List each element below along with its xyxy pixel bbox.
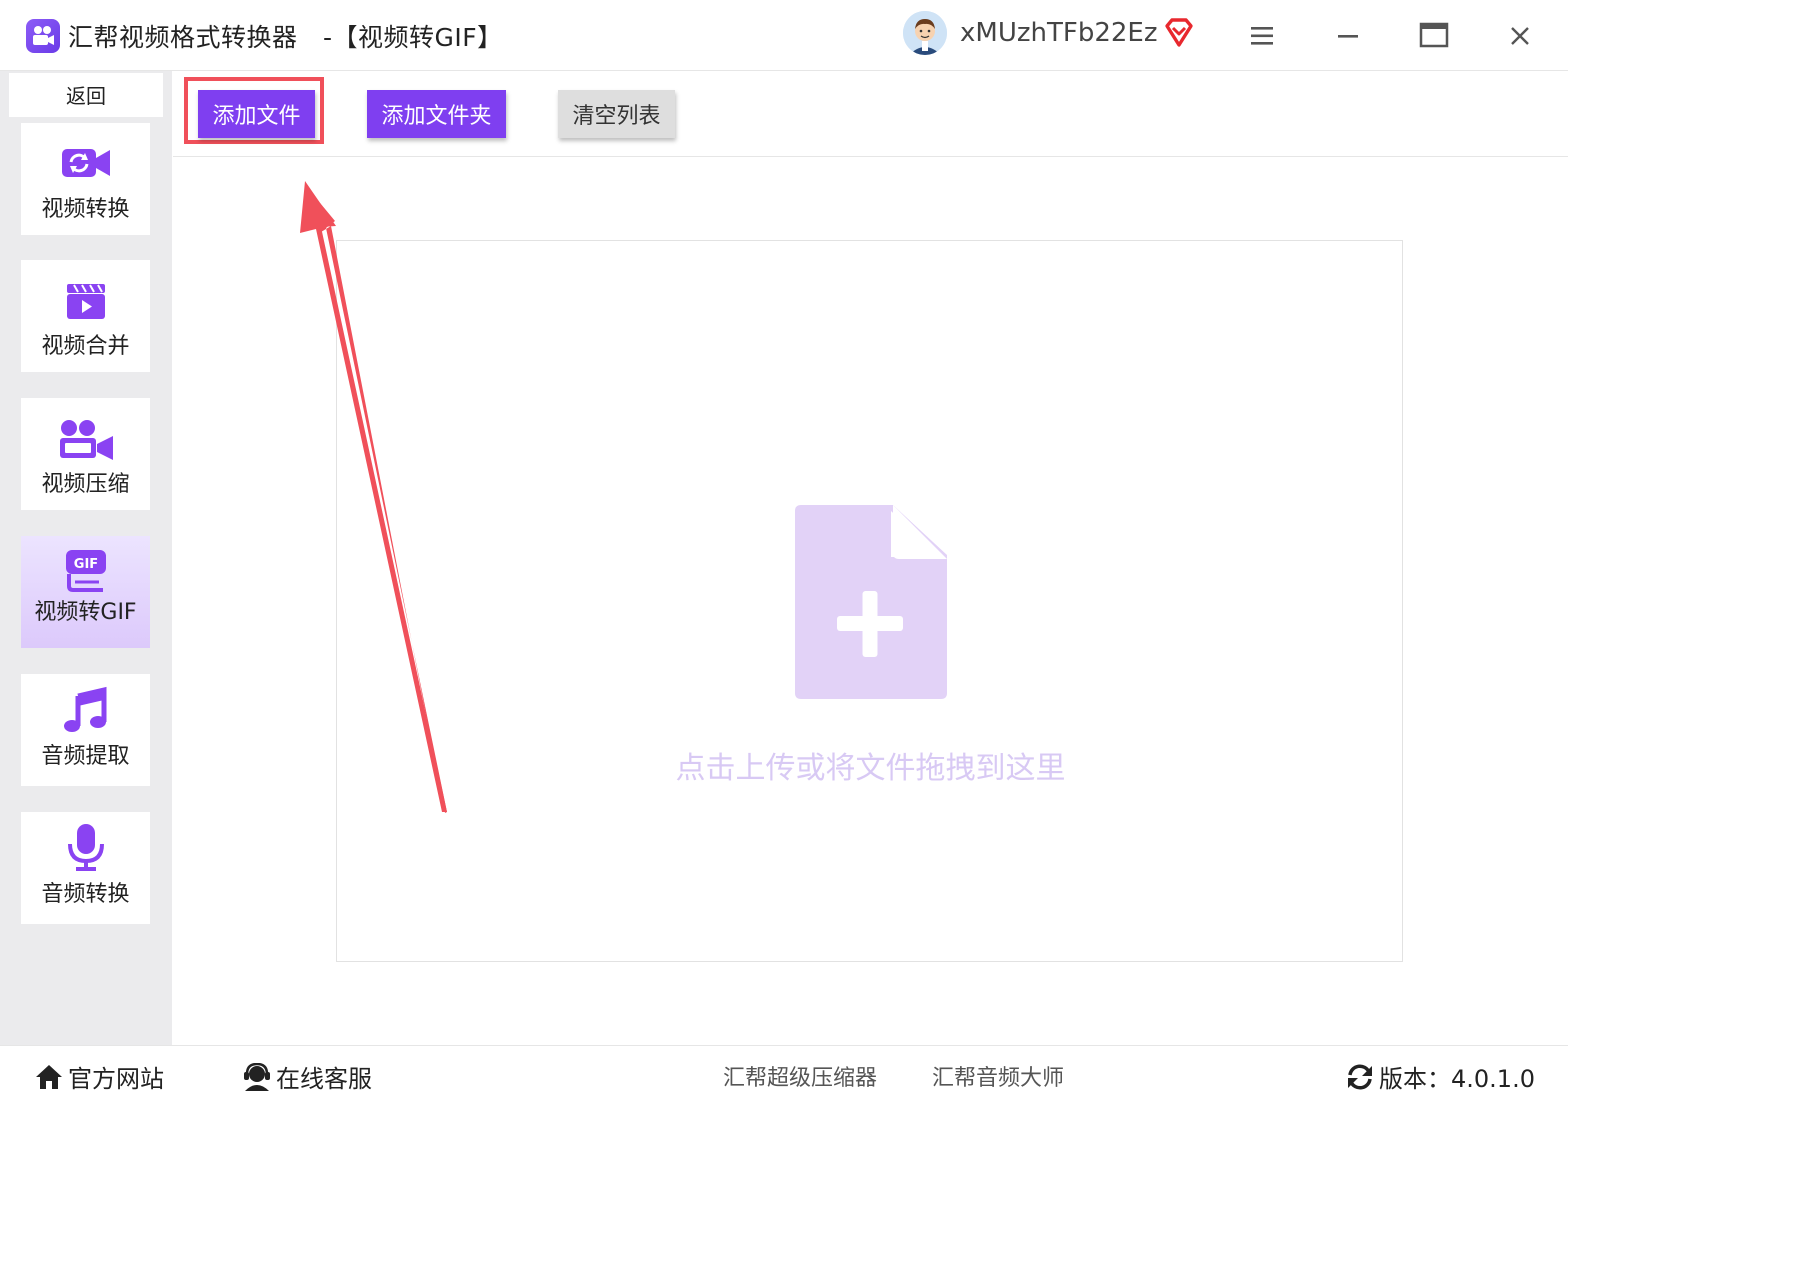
online-support-link[interactable]: 在线客服 [242, 1059, 372, 1094]
sidebar-item-video-compress[interactable]: 视频压缩 [21, 398, 150, 510]
file-drop-zone[interactable]: 点击上传或将文件拖拽到这里 [336, 240, 1403, 962]
sidebar: 返回 视频转换 视频合并 视频压缩 GIF 视频转GIF 音频提取 音频转换 [0, 71, 172, 1045]
refresh-icon[interactable] [1345, 1063, 1375, 1091]
app-title: 汇帮视频格式转换器 -【视频转GIF】 [68, 23, 503, 52]
sidebar-item-audio-extract[interactable]: 音频提取 [21, 674, 150, 786]
gif-icon: GIF [21, 546, 150, 592]
sidebar-item-label: 视频转换 [41, 197, 130, 222]
svg-text:GIF: GIF [73, 557, 97, 572]
main-content: 点击上传或将文件拖拽到这里 [173, 157, 1568, 1045]
sidebar-item-label: 视频转GIF [34, 600, 137, 625]
sidebar-item-audio-convert[interactable]: 音频转换 [21, 812, 150, 924]
official-website-link[interactable]: 官方网站 [34, 1059, 164, 1094]
video-compress-icon [21, 418, 150, 460]
audio-master-link[interactable]: 汇帮音频大师 [932, 1060, 1064, 1092]
microphone-icon [21, 822, 150, 871]
sidebar-item-label: 音频提取 [41, 744, 130, 769]
footer-bar: 官方网站 在线客服 汇帮超级压缩器 汇帮音频大师 版本：4.0.1.0 [0, 1045, 1568, 1103]
version-info: 版本：4.0.1.0 [1345, 1059, 1535, 1094]
add-file-icon[interactable] [793, 503, 949, 705]
app-logo-icon [26, 19, 60, 53]
sidebar-item-video-merge[interactable]: 视频合并 [21, 260, 150, 372]
close-icon[interactable] [1500, 18, 1540, 54]
back-button[interactable]: 返回 [9, 73, 163, 117]
username[interactable]: xMUzhTFb22Ez [960, 18, 1157, 48]
maximize-icon[interactable] [1414, 18, 1454, 54]
customer-service-icon [244, 1062, 270, 1091]
add-folder-button[interactable]: 添加文件夹 [367, 90, 506, 138]
user-avatar[interactable] [903, 11, 947, 55]
sidebar-item-label: 音频转换 [41, 882, 130, 907]
title-bar: 汇帮视频格式转换器 -【视频转GIF】 xMUzhTFb22Ez [0, 0, 1568, 71]
video-convert-icon [21, 143, 150, 185]
sidebar-item-label: 视频合并 [41, 334, 130, 359]
music-note-icon [21, 686, 150, 732]
vip-diamond-icon[interactable] [1163, 18, 1195, 52]
menu-icon[interactable] [1242, 18, 1282, 54]
sidebar-item-video-convert[interactable]: 视频转换 [21, 123, 150, 235]
online-support-label: 在线客服 [276, 1065, 372, 1093]
toolbar: 添加文件 添加文件夹 清空列表 [173, 71, 1568, 157]
home-icon [36, 1065, 62, 1089]
official-website-label: 官方网站 [68, 1065, 164, 1093]
add-file-button[interactable]: 添加文件 [198, 90, 315, 138]
video-merge-icon [21, 280, 150, 322]
sidebar-item-label: 视频压缩 [41, 472, 130, 497]
drop-hint-text: 点击上传或将文件拖拽到这里 [675, 751, 1066, 786]
compressor-link[interactable]: 汇帮超级压缩器 [723, 1060, 877, 1092]
clear-list-button[interactable]: 清空列表 [558, 90, 675, 138]
sidebar-item-video-to-gif[interactable]: GIF 视频转GIF [21, 536, 150, 648]
version-label: 版本：4.0.1.0 [1379, 1065, 1535, 1093]
minimize-icon[interactable] [1328, 18, 1368, 54]
